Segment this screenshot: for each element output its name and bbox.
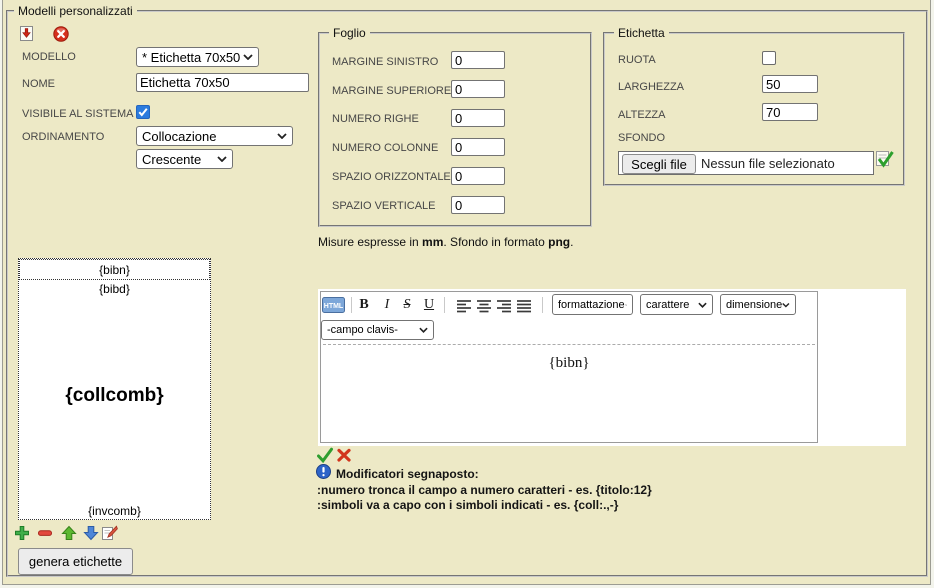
svg-text:HTML: HTML [324,303,344,310]
chevron-down-icon [217,156,227,162]
preview-row-collcomb[interactable]: {collcomb} [19,385,210,407]
genera-etichette-button[interactable]: genera etichette [18,548,133,575]
margine-sinistro-label: MARGINE SINISTRO [332,56,438,68]
modello-select-value: * Etichetta 70x50 [142,50,240,65]
ruota-label: RUOTA [618,54,656,66]
margine-superiore-input[interactable] [451,80,505,98]
sfondo-label: SFONDO [618,132,665,144]
measure-note: Misure espresse in mm. Sfondo in formato… [318,235,573,249]
chevron-down-icon [277,133,287,139]
visibile-al-sistema-label: VISIBILE AL SISTEMA [22,108,133,120]
editor-toolbar-divider [323,344,815,345]
chevron-down-icon [782,302,790,308]
ordinamento-select-value: Collocazione [142,129,216,144]
nome-label: NOME [22,78,55,90]
html-source-icon[interactable]: HTML [322,297,345,313]
campo-clavis-select-value: -campo clavis- [327,324,398,336]
chevron-down-icon [419,327,428,333]
scegli-file-button[interactable]: Scegli file [622,154,696,174]
chevron-down-icon [625,302,627,308]
modello-select[interactable]: * Etichetta 70x50 [136,47,259,67]
move-down-icon[interactable] [83,525,99,541]
align-right-icon[interactable] [496,299,513,313]
apply-background-icon[interactable] [875,149,894,171]
dimensione-select[interactable]: dimensione [720,294,796,315]
align-center-icon[interactable] [476,299,493,313]
chevron-down-icon [243,54,253,60]
ordinamento-direction-value: Crescente [142,152,201,167]
dimensione-select-value: dimensione [726,299,782,311]
editor-content[interactable]: {bibn} [322,346,816,440]
preview-row-bibd[interactable]: {bibd} [19,282,210,296]
delete-icon[interactable] [53,26,69,42]
modifiers-title: Modificatori segnaposto: [336,467,479,481]
ruota-checkbox[interactable] [762,51,776,65]
numero-righe-label: NUMERO RIGHE [332,113,419,125]
align-left-icon[interactable] [456,299,473,313]
modelli-personalizzati-legend: Modelli personalizzati [14,4,137,18]
file-status-text: Nessun file selezionato [701,156,835,171]
margine-sinistro-input[interactable] [451,51,505,69]
modifiers-line2: :simboli va a capo con i simboli indicat… [317,498,618,512]
info-icon [316,464,331,479]
remove-row-icon[interactable] [37,525,53,541]
cancel-icon[interactable] [336,447,352,463]
etichetta-legend: Etichetta [614,26,669,40]
toolbar-separator [444,297,445,313]
spazio-orizzontale-label: SPAZIO ORIZZONTALE [332,171,451,183]
chevron-down-icon [698,302,707,308]
preview-row-invcomb[interactable]: {invcomb} [19,504,210,518]
numero-colonne-label: NUMERO COLONNE [332,142,438,154]
ordinamento-label: ORDINAMENTO [22,131,104,143]
carattere-select[interactable]: carattere [640,294,713,315]
align-justify-icon[interactable] [516,299,533,313]
add-row-icon[interactable] [14,525,30,541]
ordinamento-direction-select[interactable]: Crescente [136,149,233,169]
spazio-verticale-label: SPAZIO VERTICALE [332,200,436,212]
italic-button[interactable]: I [379,296,395,314]
larghezza-label: LARGHEZZA [618,81,684,93]
spazio-orizzontale-input[interactable] [451,167,505,185]
confirm-icon[interactable] [317,447,333,463]
larghezza-input[interactable] [762,75,818,93]
check-icon [137,106,149,118]
campo-clavis-select[interactable]: -campo clavis- [321,320,434,340]
altezza-label: ALTEZZA [618,109,665,121]
edit-row-icon[interactable] [101,525,118,541]
modello-label: MODELLO [22,51,76,63]
foglio-legend: Foglio [329,26,370,40]
preview-row-bibn[interactable]: {bibn} [19,259,210,280]
move-up-icon[interactable] [61,525,77,541]
numero-righe-input[interactable] [451,109,505,127]
page: Modelli personalizzati MODELLO * Etichet… [0,0,934,588]
ordinamento-select[interactable]: Collocazione [136,126,293,146]
numero-colonne-input[interactable] [451,138,505,156]
formattazione-select-value: formattazione [558,299,625,311]
underline-button[interactable]: U [421,296,437,314]
bold-button[interactable]: B [356,296,372,314]
formattazione-select[interactable]: formattazione [552,294,633,315]
spazio-verticale-input[interactable] [451,196,505,214]
margine-superiore-label: MARGINE SUPERIORE [332,85,451,97]
toolbar-separator [542,297,543,313]
modifiers-line1: :numero tronca il campo a numero caratte… [317,483,652,497]
visibile-checkbox[interactable] [136,105,150,119]
toolbar-separator [351,297,352,313]
strikethrough-button[interactable]: S [399,296,415,314]
sfondo-file-input: Scegli file Nessun file selezionato [618,151,874,175]
save-icon[interactable] [18,25,35,42]
label-preview: {bibn} {bibd} {collcomb} {invcomb} [18,258,211,520]
altezza-input[interactable] [762,103,818,121]
carattere-select-value: carattere [646,299,689,311]
nome-input[interactable] [136,73,309,92]
